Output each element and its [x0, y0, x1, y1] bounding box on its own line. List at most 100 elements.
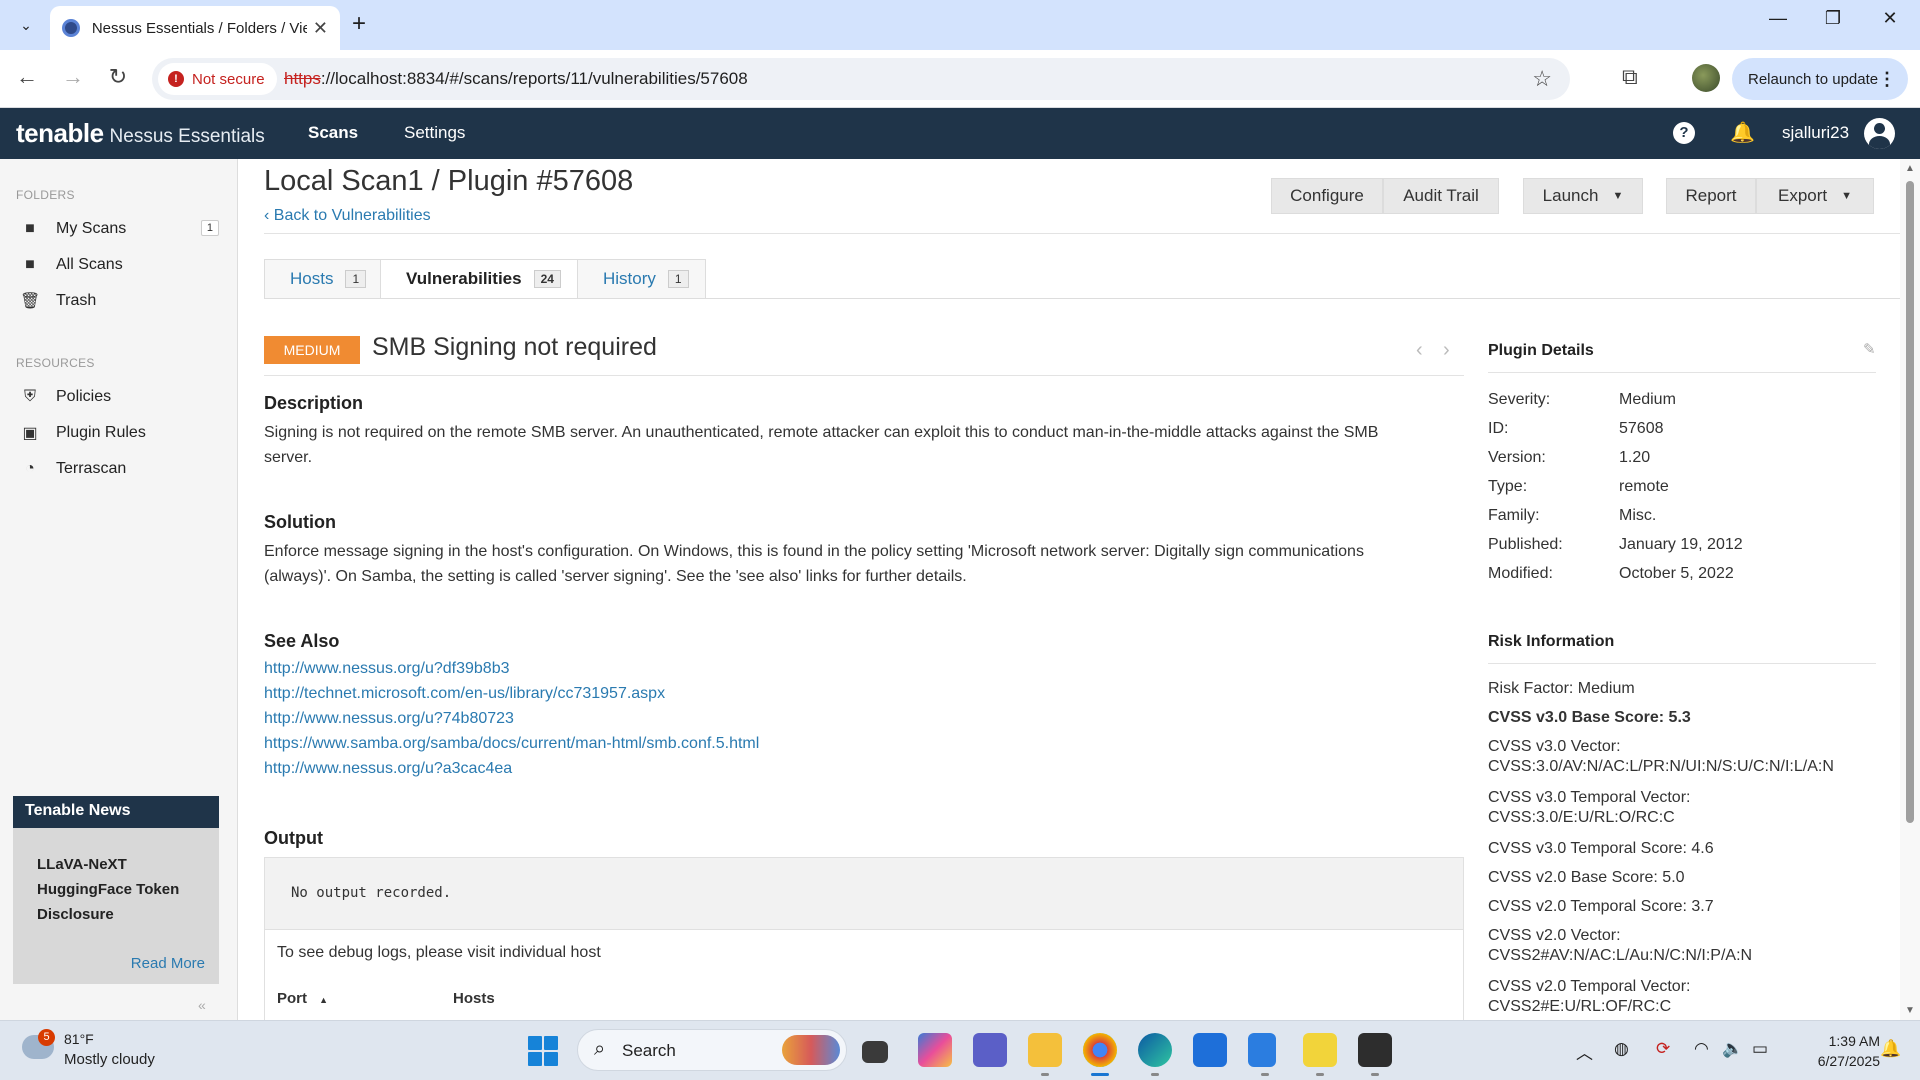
tab-history[interactable]: History 1	[577, 259, 706, 299]
battery-icon[interactable]: ▭	[1752, 1039, 1768, 1059]
restore-icon[interactable]: ❐	[1813, 8, 1853, 29]
microsoft-store-icon[interactable]	[1193, 1033, 1227, 1067]
url-text[interactable]: https://localhost:8834/#/scans/reports/1…	[284, 69, 748, 89]
detail-value: October 5, 2022	[1619, 565, 1734, 582]
title-divider	[264, 233, 1900, 234]
file-explorer-icon[interactable]	[1028, 1033, 1062, 1076]
output-table: To see debug logs, please visit individu…	[264, 930, 1464, 1020]
launch-button[interactable]: Launch ▼	[1523, 178, 1643, 214]
see-also-link[interactable]: http://www.nessus.org/u?74b80723	[264, 710, 514, 728]
profile-avatar[interactable]	[1692, 64, 1720, 92]
new-tab-icon[interactable]: +	[352, 10, 366, 38]
chrome-icon[interactable]	[1083, 1033, 1117, 1076]
volume-icon[interactable]: 🔈	[1722, 1039, 1743, 1059]
scroll-down-icon[interactable]: ▼	[1905, 1005, 1915, 1016]
tab-vulnerabilities[interactable]: Vulnerabilities 24	[380, 259, 578, 299]
notifications-bell-icon[interactable]: 🔔	[1730, 120, 1755, 145]
edge-icon[interactable]	[1138, 1033, 1172, 1076]
browser-tab[interactable]: Nessus Essentials / Folders / Vie ✕	[50, 6, 340, 50]
teams-icon[interactable]	[973, 1033, 1007, 1067]
audit-trail-button[interactable]: Audit Trail	[1383, 178, 1499, 214]
address-bar[interactable]: ! Not secure https://localhost:8834/#/sc…	[152, 58, 1570, 100]
hosts-column-header[interactable]: Hosts	[453, 990, 495, 1007]
terminal-icon[interactable]	[1358, 1033, 1392, 1076]
port-column-header[interactable]: Port ▲	[277, 990, 328, 1007]
user-avatar-icon[interactable]	[1864, 118, 1895, 149]
configure-button[interactable]: Configure	[1271, 178, 1383, 214]
report-button[interactable]: Report	[1666, 178, 1756, 214]
scroll-thumb[interactable]	[1906, 181, 1914, 823]
url-path: ://localhost:8834/#/scans/reports/11/vul…	[320, 69, 748, 88]
username[interactable]: sjalluri23	[1782, 123, 1849, 143]
kebab-menu-icon[interactable]: ⋮	[1878, 69, 1896, 90]
output-note: To see debug logs, please visit individu…	[277, 944, 601, 961]
next-vulnerability-icon[interactable]: ›	[1443, 339, 1450, 362]
detail-value: Misc.	[1619, 507, 1657, 524]
security-tray-icon[interactable]: ◍	[1614, 1039, 1629, 1059]
previous-vulnerability-icon[interactable]: ‹	[1416, 339, 1423, 362]
detail-label: Severity:	[1488, 391, 1551, 408]
nav-scans[interactable]: Scans	[308, 123, 358, 143]
terrascan-icon: ◔	[25, 460, 35, 477]
window-close-icon[interactable]: ✕	[1870, 8, 1910, 29]
copilot-icon[interactable]	[918, 1033, 952, 1067]
see-also-link[interactable]: http://www.nessus.org/u?df39b8b3	[264, 660, 510, 678]
detail-value: January 19, 2012	[1619, 536, 1743, 553]
risk-factor: Risk Factor: Medium	[1488, 680, 1635, 697]
forward-arrow-icon[interactable]: →	[58, 64, 88, 90]
tab-hosts[interactable]: Hosts 1	[264, 259, 381, 299]
security-chip[interactable]: ! Not secure	[158, 63, 277, 95]
show-hidden-icons-chevron-icon[interactable]: ︿	[1576, 1039, 1593, 1064]
scroll-up-icon[interactable]: ▲	[1905, 163, 1915, 174]
weather-temperature[interactable]: 81°F	[64, 1031, 94, 1047]
taskbar-search[interactable]: ⌕ Search	[577, 1029, 847, 1071]
edit-pencil-icon[interactable]: ✎	[1863, 340, 1876, 358]
solution-text: Enforce message signing in the host's co…	[264, 543, 1364, 585]
windows-start-icon[interactable]	[528, 1036, 558, 1066]
cvss3-temporal-vector-label: CVSS v3.0 Temporal Vector:	[1488, 789, 1691, 806]
sidebar-item-all-scans[interactable]: ■ All Scans	[0, 248, 237, 282]
reload-icon[interactable]: ↻	[103, 64, 133, 90]
detail-value: remote	[1619, 478, 1669, 495]
tab-close-icon[interactable]: ✕	[313, 18, 328, 39]
browser-toolbar: ← → ↻ ! Not secure https://localhost:883…	[0, 50, 1920, 108]
solution-heading: Solution	[264, 512, 336, 532]
sidebar-item-my-scans[interactable]: ■ My Scans 1	[0, 212, 237, 246]
collapse-sidebar-icon[interactable]: «	[198, 997, 206, 1013]
system-clock[interactable]: 1:39 AM 6/27/2025	[1796, 1031, 1880, 1071]
news-headline[interactable]: LLaVA-NeXT HuggingFace Token Disclosure	[13, 828, 219, 927]
risk-information-divider	[1488, 663, 1876, 664]
see-also-link[interactable]: http://technet.microsoft.com/en-us/libra…	[264, 685, 665, 703]
tab-search-button[interactable]: ⌄	[12, 12, 40, 38]
task-view-icon[interactable]	[862, 1041, 888, 1063]
notification-bell-icon[interactable]: 🔔	[1880, 1039, 1901, 1059]
nav-settings[interactable]: Settings	[404, 123, 465, 143]
update-tray-icon[interactable]: ⟳	[1656, 1039, 1670, 1059]
bookmark-star-icon[interactable]: ☆	[1532, 66, 1552, 92]
detail-label: Version:	[1488, 449, 1546, 466]
cvss3-vector-label: CVSS v3.0 Vector:	[1488, 738, 1621, 755]
sidebar-item-terrascan[interactable]: ◔ Terrascan	[0, 452, 237, 486]
news-read-more-link[interactable]: Read More	[131, 955, 205, 972]
tenable-logo[interactable]: tenable Nessus Essentials	[16, 118, 265, 149]
sidebar-item-plugin-rules[interactable]: ▣ Plugin Rules	[0, 416, 237, 450]
export-button[interactable]: Export ▼	[1756, 178, 1874, 214]
plugin-details-heading: Plugin Details	[1488, 342, 1594, 359]
sidebar-item-label: Policies	[56, 388, 112, 405]
page-scrollbar[interactable]: ▲ ▼	[1900, 159, 1920, 1020]
back-arrow-icon[interactable]: ←	[12, 64, 42, 90]
minimize-icon[interactable]: —	[1758, 8, 1798, 29]
wifi-icon[interactable]: ◠	[1694, 1039, 1709, 1059]
notepad-icon[interactable]	[1248, 1033, 1276, 1076]
weather-description[interactable]: Mostly cloudy	[64, 1051, 155, 1068]
extensions-icon[interactable]: ⧉	[1622, 64, 1638, 90]
see-also-link[interactable]: https://www.samba.org/samba/docs/current…	[264, 735, 759, 753]
sticky-notes-icon[interactable]	[1303, 1033, 1337, 1076]
back-to-vulnerabilities-link[interactable]: ‹ Back to Vulnerabilities	[264, 207, 431, 225]
sidebar-item-policies[interactable]: ⛨ Policies	[0, 380, 237, 414]
relaunch-button[interactable]: Relaunch to update ⋮	[1732, 58, 1908, 100]
sidebar-item-trash[interactable]: 🗑 Trash	[0, 284, 237, 318]
help-icon[interactable]: ?	[1673, 122, 1695, 144]
see-also-link[interactable]: http://www.nessus.org/u?a3cac4ea	[264, 760, 512, 778]
tab-count: 24	[533, 270, 561, 288]
